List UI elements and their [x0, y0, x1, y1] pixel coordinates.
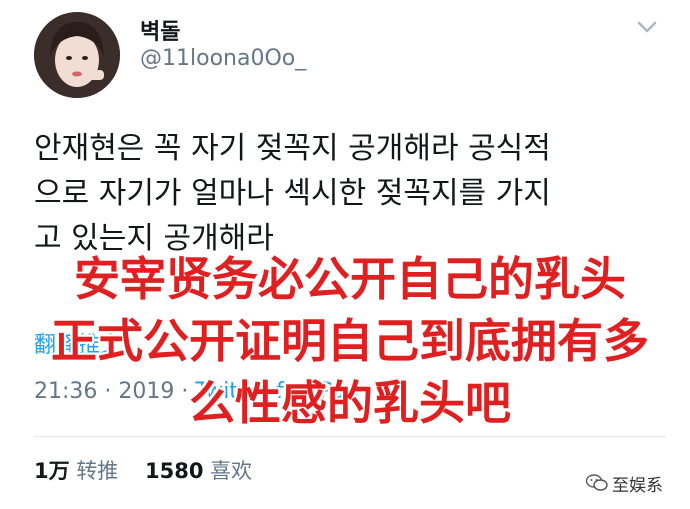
caption-line: 安宰贤务必公开自己的乳头: [74, 252, 626, 306]
tweet-screenshot: 벽돌 @11loona0Oo_ 안재현은 꼭 자기 젖꼭지 공개해라 공식적 으…: [0, 0, 690, 509]
caption-line: 正式公开证明自己到底拥有多: [51, 314, 649, 368]
retweet-count[interactable]: 1万: [34, 459, 70, 483]
caption-line: 么性感的乳头吧: [189, 376, 511, 430]
display-name[interactable]: 벽돌: [140, 14, 180, 46]
retweet-label[interactable]: 转推: [76, 459, 118, 483]
watermark-label: 至娱系: [612, 475, 663, 496]
tweet-text-line: 안재현은 꼭 자기 젖꼭지 공개해라 공식적: [34, 131, 551, 166]
avatar[interactable]: [34, 12, 120, 98]
like-count[interactable]: 1580: [145, 459, 203, 483]
watermark: 至娱系: [586, 470, 663, 496]
like-label[interactable]: 喜欢: [210, 459, 252, 483]
divider: [34, 436, 666, 437]
wechat-icon: [586, 474, 608, 491]
tweet-stats: 1万 转推 1580 喜欢: [34, 455, 252, 485]
chevron-down-icon[interactable]: [636, 16, 658, 38]
tweet-text-line: 으로 자기가 얼마나 섹시한 젖꼭지를 가지: [34, 176, 551, 211]
user-handle[interactable]: @11loona0Oo_: [140, 46, 306, 71]
tweet-text: 안재현은 꼭 자기 젖꼭지 공개해라 공식적 으로 자기가 얼마나 섹시한 젖꼭…: [34, 126, 670, 261]
caption-overlay: 安宰贤务必公开自己的乳头 正式公开证明自己到底拥有多 么性感的乳头吧: [40, 248, 660, 434]
avatar-portrait-icon: [34, 12, 120, 98]
